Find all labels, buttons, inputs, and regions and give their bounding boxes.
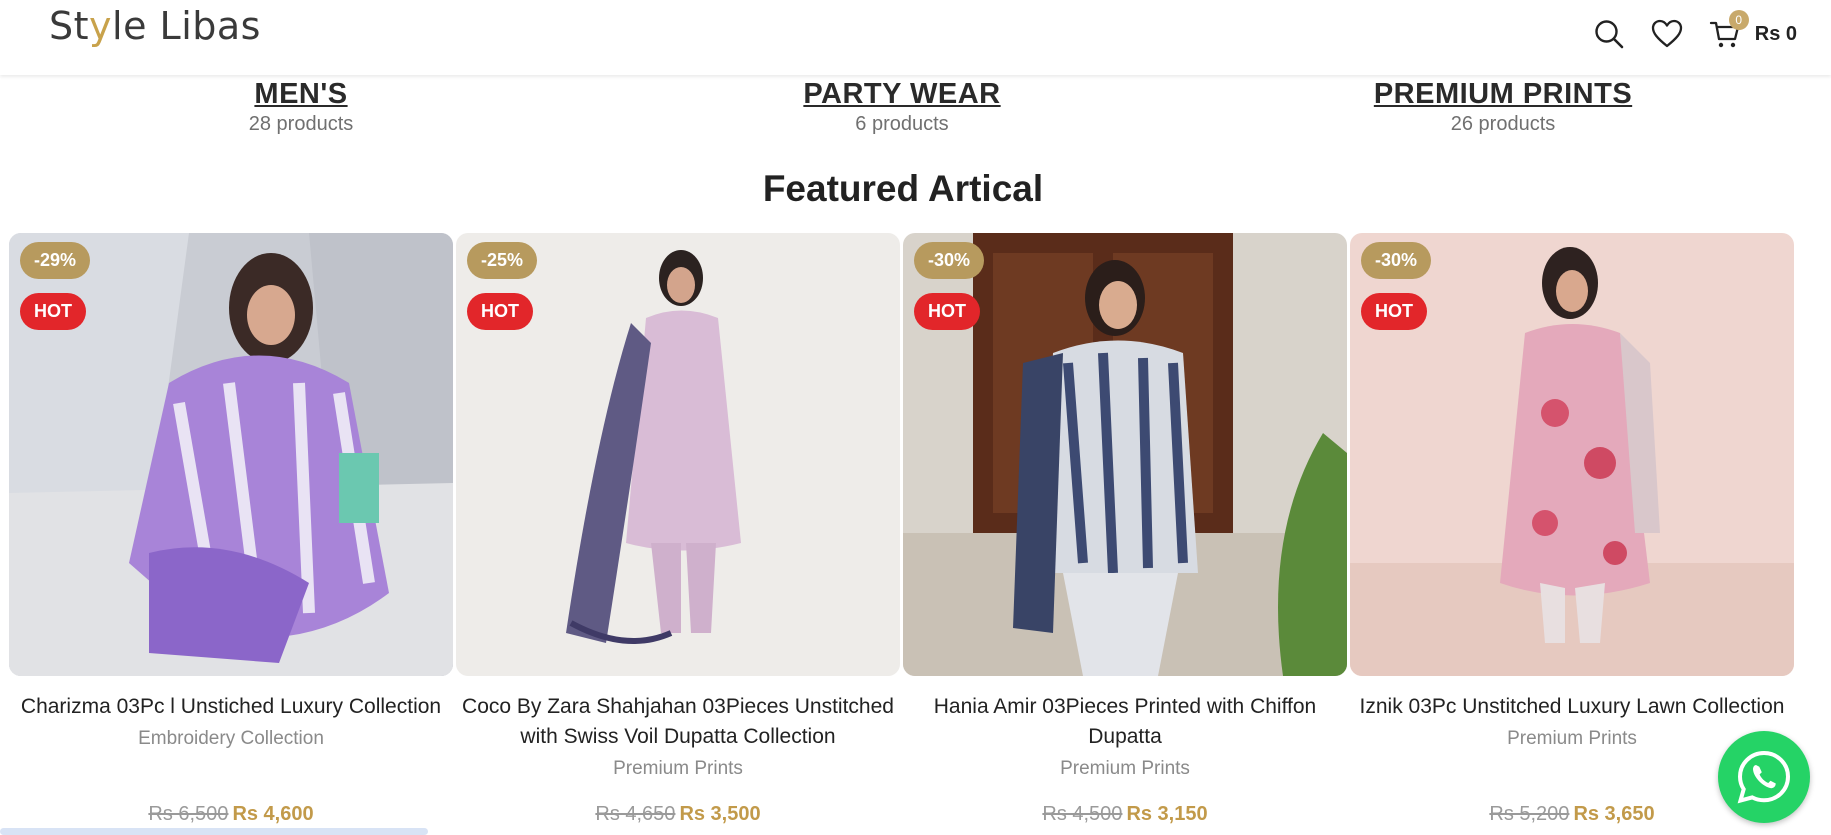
old-price: Rs 4,500 bbox=[1042, 803, 1123, 825]
product-card[interactable]: -25% HOT Coco By Zara Shahjahan 03Pieces… bbox=[456, 233, 900, 825]
product-price: Rs 4,650 Rs 3,500 bbox=[456, 803, 900, 826]
hot-badge: HOT bbox=[20, 293, 86, 330]
header-actions: 0 Rs 0 bbox=[1591, 10, 1797, 54]
logo-text-end: le Libas bbox=[112, 4, 261, 48]
product-category[interactable]: Premium Prints bbox=[456, 758, 900, 780]
category-party-wear[interactable]: PARTY WEAR 6 products bbox=[692, 76, 1112, 136]
product-category[interactable]: Embroidery Collection bbox=[9, 728, 453, 750]
product-image[interactable]: -25% HOT bbox=[456, 233, 900, 676]
old-price: Rs 4,650 bbox=[595, 803, 676, 825]
logo-text-accent: y bbox=[89, 4, 113, 48]
category-title[interactable]: MEN'S bbox=[91, 76, 511, 112]
cart-icon[interactable]: 0 bbox=[1707, 10, 1749, 52]
product-category[interactable]: Premium Prints bbox=[1350, 728, 1794, 750]
section-title: Featured Artical bbox=[762, 168, 1044, 209]
product-price: Rs 5,200 Rs 3,650 bbox=[1350, 803, 1794, 826]
product-grid: -29% HOT Charizma 03Pc l Unstiched Luxur… bbox=[9, 233, 1796, 835]
product-title[interactable]: Charizma 03Pc l Unstiched Luxury Collect… bbox=[9, 692, 453, 722]
cart-count-badge: 0 bbox=[1728, 10, 1749, 30]
old-price: Rs 6,500 bbox=[148, 803, 229, 825]
hot-badge: HOT bbox=[1361, 293, 1427, 330]
product-price: Rs 6,500 Rs 4,600 bbox=[9, 803, 453, 826]
product-title[interactable]: Iznik 03Pc Unstitched Luxury Lawn Collec… bbox=[1350, 692, 1794, 722]
discount-badge: -30% bbox=[914, 242, 985, 279]
sale-price: Rs 4,600 bbox=[232, 803, 314, 825]
cart-total[interactable]: Rs 0 bbox=[1755, 23, 1797, 46]
horizontal-scrollbar[interactable] bbox=[0, 828, 428, 835]
hot-badge: HOT bbox=[467, 293, 533, 330]
category-title[interactable]: PREMIUM PRINTS bbox=[1293, 76, 1713, 112]
product-title[interactable]: Coco By Zara Shahjahan 03Pieces Unstitch… bbox=[456, 692, 900, 752]
category-count: 26 products bbox=[1450, 113, 1556, 135]
hot-badge: HOT bbox=[914, 293, 980, 330]
category-premium-prints[interactable]: PREMIUM PRINTS 26 products bbox=[1293, 76, 1713, 136]
product-card[interactable]: -30% HOT Hania Amir 03Pieces Printed wit… bbox=[903, 233, 1347, 825]
heart-icon[interactable] bbox=[1649, 16, 1685, 52]
sale-price: Rs 3,150 bbox=[1126, 803, 1208, 825]
sale-price: Rs 3,650 bbox=[1573, 803, 1655, 825]
product-card[interactable]: -29% HOT Charizma 03Pc l Unstiched Luxur… bbox=[9, 233, 453, 825]
whatsapp-icon bbox=[1737, 750, 1791, 804]
product-category[interactable]: Premium Prints bbox=[903, 758, 1347, 780]
product-image[interactable]: -30% HOT bbox=[903, 233, 1347, 676]
logo-text-start: St bbox=[49, 4, 90, 48]
product-price: Rs 4,500 Rs 3,150 bbox=[903, 803, 1347, 826]
whatsapp-chat-button[interactable] bbox=[1718, 731, 1810, 823]
product-image[interactable]: -29% HOT bbox=[9, 233, 453, 676]
search-icon[interactable] bbox=[1591, 16, 1627, 52]
category-title[interactable]: PARTY WEAR bbox=[692, 76, 1112, 112]
product-card[interactable]: -30% HOT Iznik 03Pc Unstitched Luxury La… bbox=[1350, 233, 1794, 825]
category-count: 6 products bbox=[855, 113, 949, 135]
discount-badge: -29% bbox=[20, 242, 91, 279]
logo[interactable]: Style Libas bbox=[49, 4, 261, 48]
site-header: Style Libas 0 Rs 0 bbox=[0, 0, 1831, 75]
old-price: Rs 5,200 bbox=[1489, 803, 1570, 825]
category-mens[interactable]: MEN'S 28 products bbox=[91, 76, 511, 136]
sale-price: Rs 3,500 bbox=[679, 803, 761, 825]
discount-badge: -30% bbox=[1361, 242, 1432, 279]
category-count: 28 products bbox=[248, 113, 354, 135]
category-strip: MEN'S 28 products PARTY WEAR 6 products … bbox=[0, 76, 1831, 140]
product-title[interactable]: Hania Amir 03Pieces Printed with Chiffon… bbox=[903, 692, 1347, 752]
product-image[interactable]: -30% HOT bbox=[1350, 233, 1794, 676]
discount-badge: -25% bbox=[467, 242, 538, 279]
